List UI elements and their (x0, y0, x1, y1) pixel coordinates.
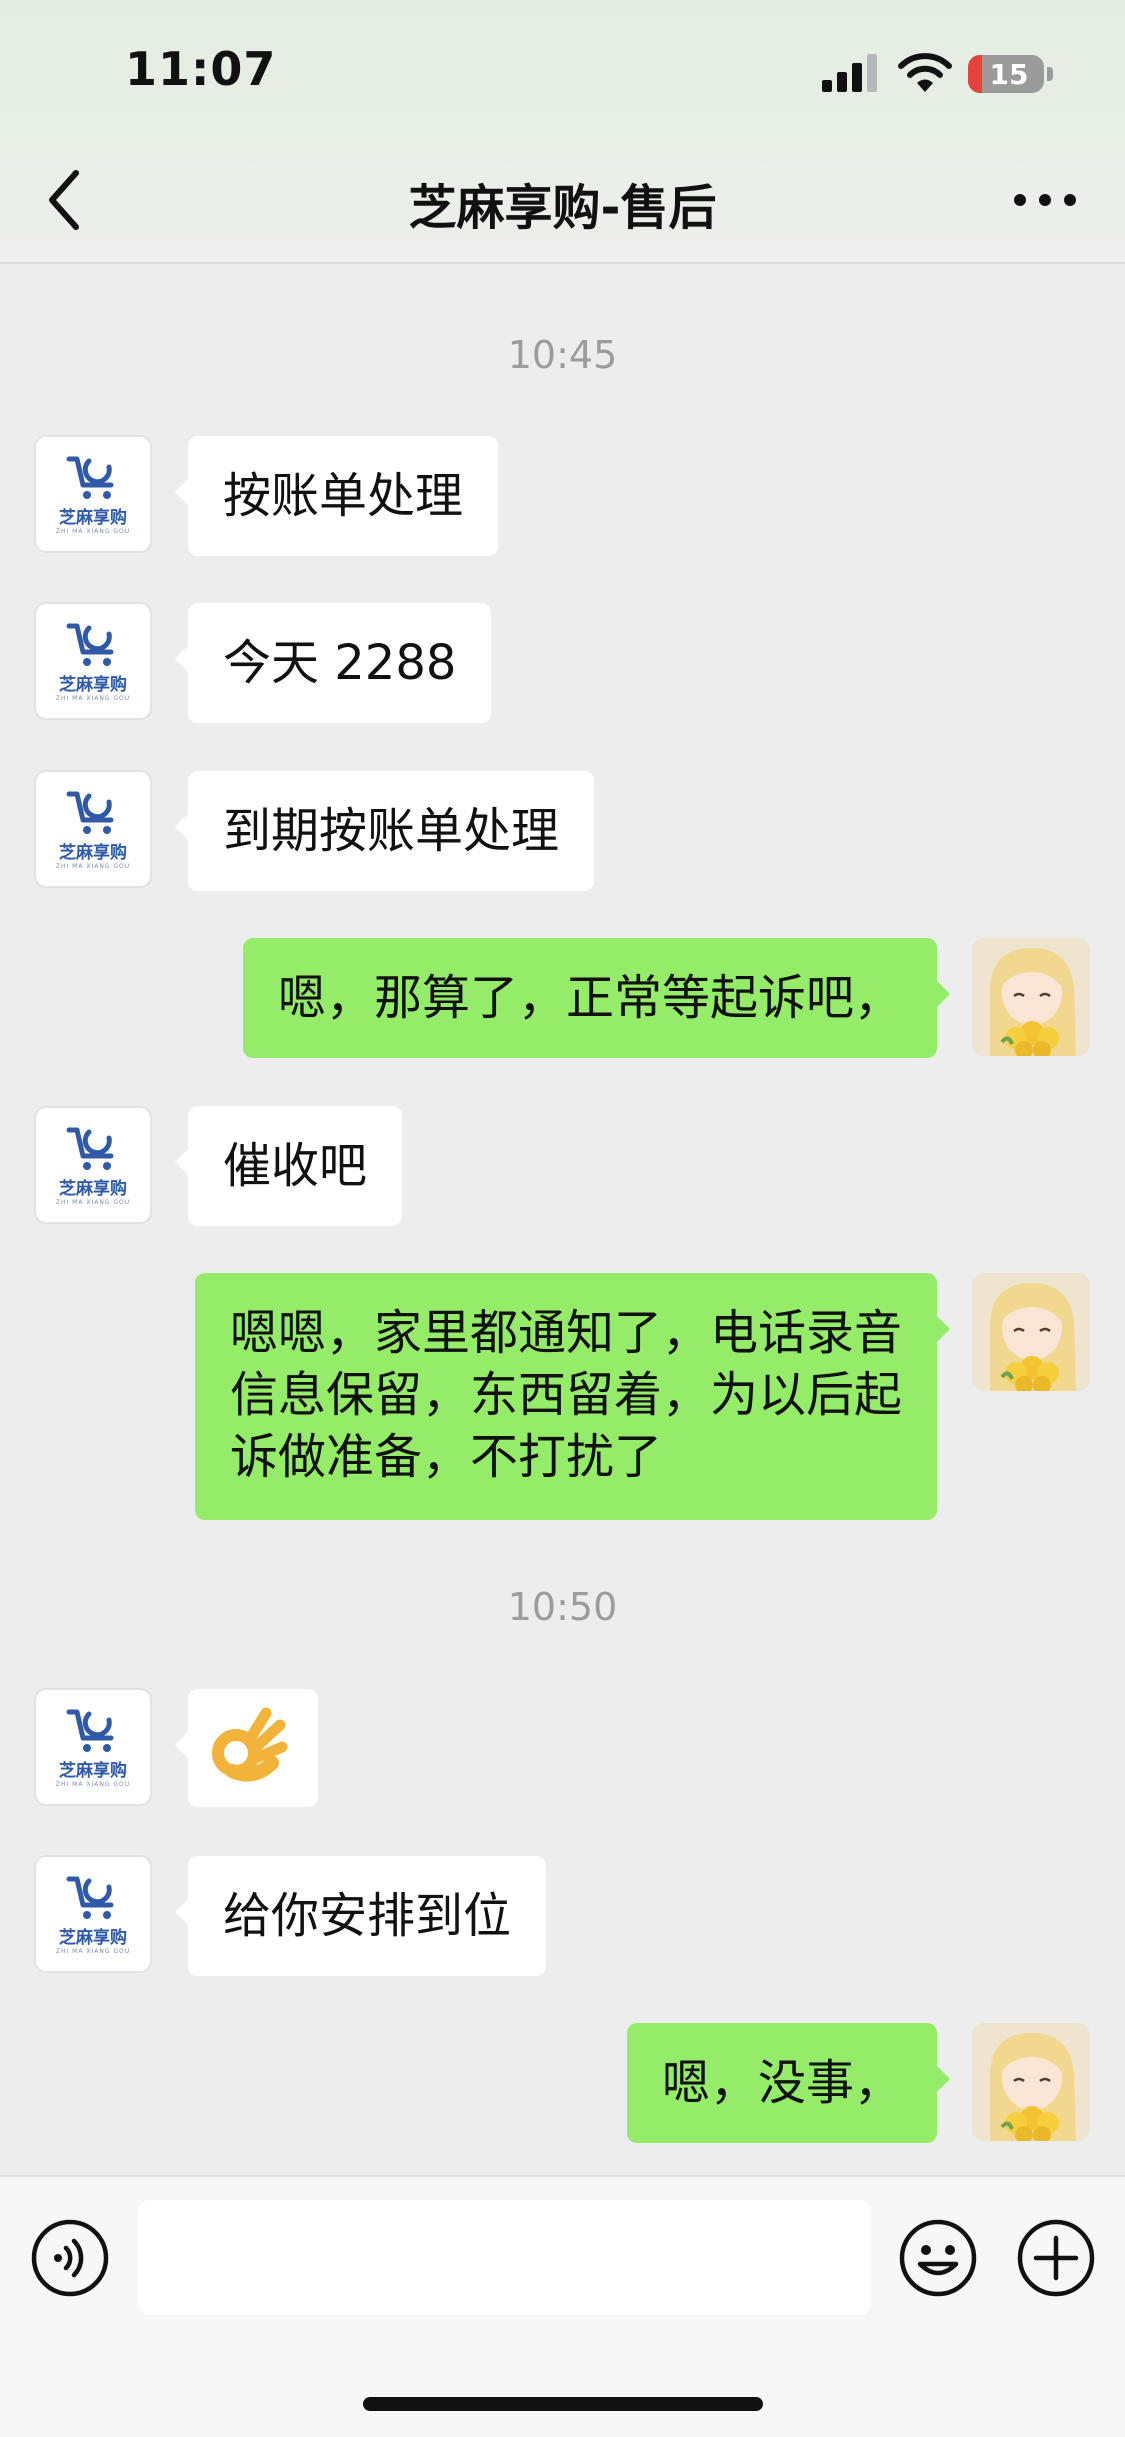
received-message-bubble[interactable]: 按账单处理 (174, 436, 499, 556)
message-text: 给你安排到位 (223, 1888, 512, 1944)
user-avatar[interactable] (972, 938, 1090, 1056)
sent-message-bubble[interactable]: 嗯嗯，家里都通知了，电话录音 信息保留，东西留着，为以后起 诉做准备，不打扰了 (194, 1273, 951, 1520)
logo-subtitle: ZHI MA XIANG GOU (55, 1948, 131, 1955)
contact-avatar[interactable]: 芝麻享购 ZHI MA XIANG GOU (34, 435, 152, 553)
received-message-bubble[interactable]: 催收吧 (174, 1106, 403, 1226)
message-line: 诉做准备，不打扰了 (229, 1429, 662, 1485)
battery-tip (1047, 67, 1053, 81)
contact-avatar[interactable]: 芝麻享购 ZHI MA XIANG GOU (34, 1106, 152, 1224)
anime-girl-with-flowers-avatar-icon (972, 1273, 1090, 1391)
voice-input-icon[interactable] (30, 2218, 110, 2298)
logo-subtitle: ZHI MA XIANG GOU (55, 1199, 131, 1206)
received-message-bubble[interactable] (175, 1689, 318, 1807)
logo-name: 芝麻享购 (59, 1928, 127, 1948)
shopping-cart-logo-icon (66, 1127, 114, 1170)
contact-avatar[interactable]: 芝麻享购 ZHI MA XIANG GOU (34, 770, 152, 888)
message-input[interactable] (138, 2200, 871, 2315)
message-line: 嗯嗯，家里都通知了，电话录音 (229, 1305, 902, 1361)
sent-message-bubble[interactable]: 嗯，那算了，正常等起诉吧， (242, 938, 951, 1058)
message-text: 嗯，那算了，正常等起诉吧， (277, 970, 902, 1026)
user-avatar[interactable] (972, 2023, 1090, 2141)
shopping-cart-logo-icon (66, 623, 114, 666)
ok-hand-icon (212, 1707, 288, 1782)
message-timestamp: 10:50 (507, 1585, 618, 1629)
received-message-bubble[interactable]: 今天 2288 (174, 603, 492, 723)
more-options-icon[interactable] (1010, 185, 1080, 215)
received-message-bubble[interactable]: 到期按账单处理 (174, 771, 595, 891)
battery-indicator: 15 (968, 55, 1044, 93)
message-text: 到期按账单处理 (223, 803, 560, 859)
message-text: 嗯，没事， (661, 2055, 902, 2111)
contact-avatar[interactable]: 芝麻享购 ZHI MA XIANG GOU (34, 1855, 152, 1973)
message-text: 催收吧 (223, 1138, 368, 1194)
status-time: 11:07 (125, 42, 277, 96)
logo-name: 芝麻享购 (59, 508, 127, 528)
logo-subtitle: ZHI MA XIANG GOU (55, 863, 131, 870)
shopping-cart-logo-icon (66, 1876, 114, 1919)
contact-avatar[interactable]: 芝麻享购 ZHI MA XIANG GOU (34, 602, 152, 720)
message-text: 按账单处理 (223, 468, 464, 524)
contact-avatar[interactable]: 芝麻享购 ZHI MA XIANG GOU (34, 1688, 152, 1806)
logo-subtitle: ZHI MA XIANG GOU (55, 695, 131, 702)
cellular-signal-icon (822, 54, 877, 92)
add-attachment-icon[interactable] (1016, 2218, 1096, 2298)
wifi-icon (898, 53, 952, 92)
received-message-bubble[interactable]: 给你安排到位 (174, 1856, 547, 1976)
logo-name: 芝麻享购 (59, 843, 127, 863)
emoji-icon[interactable] (898, 2218, 978, 2298)
anime-girl-with-flowers-avatar-icon (972, 938, 1090, 1056)
anime-girl-with-flowers-avatar-icon (972, 2023, 1090, 2141)
message-timestamp: 10:45 (507, 333, 618, 377)
home-indicator (363, 2397, 763, 2411)
chat-title: 芝麻享购-售后 (408, 180, 717, 236)
logo-name: 芝麻享购 (59, 1179, 127, 1199)
logo-name: 芝麻享购 (59, 1761, 127, 1781)
battery-percent: 15 (989, 57, 1029, 91)
user-avatar[interactable] (972, 1273, 1090, 1391)
logo-name: 芝麻享购 (59, 675, 127, 695)
logo-subtitle: ZHI MA XIANG GOU (55, 528, 131, 535)
message-text: 今天 2288 (223, 635, 457, 691)
message-line: 信息保留，东西留着，为以后起 (229, 1367, 902, 1423)
logo-subtitle: ZHI MA XIANG GOU (55, 1781, 131, 1788)
sent-message-bubble[interactable]: 嗯，没事， (626, 2023, 951, 2143)
shopping-cart-logo-icon (66, 1709, 114, 1752)
shopping-cart-logo-icon (66, 791, 114, 834)
shopping-cart-logo-icon (66, 456, 114, 499)
